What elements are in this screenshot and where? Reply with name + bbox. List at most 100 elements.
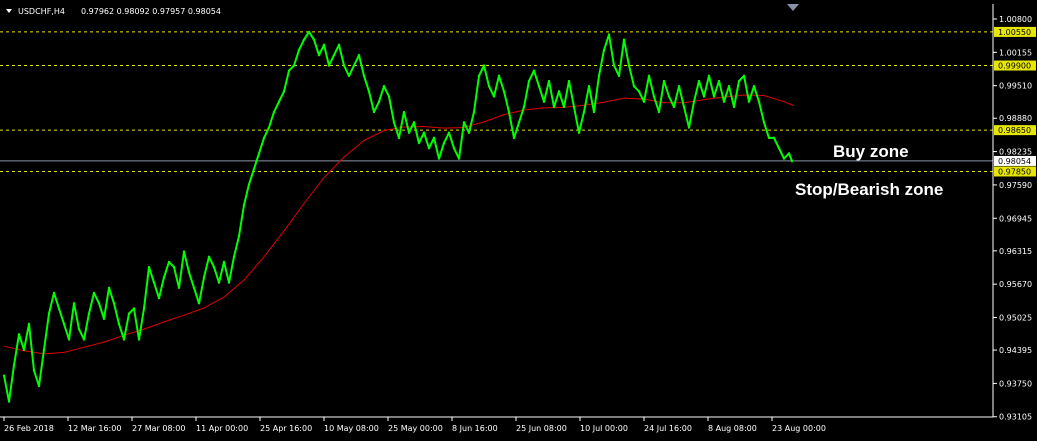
price-point: [727, 84, 731, 88]
price-point: [767, 136, 771, 140]
price-point: [187, 271, 191, 274]
horizontal-level-label: 0.98650: [998, 126, 1031, 135]
price-point: [202, 276, 206, 279]
price-point: [352, 64, 356, 67]
price-point: [712, 95, 716, 98]
price-point: [447, 131, 451, 134]
price-point: [167, 260, 171, 264]
price-point: [17, 333, 21, 336]
price-point: [357, 53, 361, 57]
price-point: [457, 157, 461, 160]
price-point: [92, 291, 96, 295]
price-point: [267, 126, 271, 129]
price-point: [312, 38, 316, 41]
price-point: [662, 79, 666, 83]
price-point: [527, 79, 531, 83]
y-tick-label: 1.00155: [999, 48, 1032, 57]
price-point: [112, 302, 116, 305]
price-point: [72, 302, 76, 305]
x-tick-label: 10 Jul 00:00: [580, 424, 628, 433]
price-point: [162, 276, 166, 279]
price-point: [242, 203, 246, 207]
price-point: [292, 64, 296, 67]
price-point: [612, 64, 616, 67]
price-point: [772, 136, 776, 140]
x-tick-label: 11 Apr 00:00: [196, 424, 248, 433]
price-point: [107, 286, 111, 289]
price-point: [297, 48, 301, 52]
price-point: [482, 64, 486, 67]
price-point: [777, 147, 781, 150]
price-point: [782, 157, 786, 160]
price-point: [657, 110, 661, 114]
price-point: [692, 100, 696, 103]
price-point: [677, 84, 681, 88]
price-point: [137, 338, 141, 341]
price-point: [372, 110, 376, 114]
price-point: [532, 69, 536, 72]
price-point: [252, 167, 256, 171]
price-point: [172, 265, 176, 269]
price-point: [117, 322, 121, 326]
x-tick-label: 12 Mar 16:00: [68, 424, 121, 433]
price-point: [722, 100, 726, 103]
price-point: [467, 131, 471, 134]
price-point: [347, 74, 351, 78]
price-point: [652, 95, 656, 98]
price-point: [277, 100, 281, 103]
price-point: [77, 327, 81, 331]
price-point: [577, 131, 581, 134]
price-point: [472, 110, 476, 114]
price-point: [492, 95, 496, 98]
price-point: [442, 141, 446, 145]
price-point: [397, 136, 401, 140]
price-point: [597, 74, 601, 78]
price-point: [542, 100, 546, 103]
price-point: [412, 121, 416, 124]
horizontal-level-label: 0.97850: [998, 167, 1031, 176]
price-point: [787, 152, 791, 155]
price-point: [147, 265, 151, 269]
x-tick-label: 10 May 08:00: [324, 424, 379, 433]
price-point: [102, 317, 106, 320]
x-tick-label: 25 Apr 16:00: [260, 424, 312, 433]
horizontal-level-label: 0.99900: [998, 62, 1031, 71]
price-point: [62, 322, 66, 326]
price-point: [707, 74, 711, 78]
price-point: [402, 110, 406, 114]
price-point: [67, 338, 71, 341]
x-tick-label: 25 May 00:00: [388, 424, 443, 433]
price-point: [122, 338, 126, 341]
price-point: [642, 100, 646, 103]
price-point: [287, 69, 291, 72]
price-point: [227, 281, 231, 284]
price-point: [737, 79, 741, 83]
price-point: [747, 100, 751, 103]
y-tick-label: 0.98880: [999, 114, 1032, 123]
price-point: [322, 43, 326, 47]
price-point: [282, 90, 286, 93]
price-point: [142, 307, 146, 310]
y-tick-label: 0.93750: [999, 379, 1032, 388]
x-tick-label: 23 Aug 00:00: [772, 424, 826, 433]
price-point: [382, 84, 386, 88]
price-point: [757, 100, 761, 103]
x-tick-label: 8 Aug 08:00: [708, 424, 757, 433]
price-point: [602, 48, 606, 52]
price-point: [702, 95, 706, 98]
price-point: [317, 53, 321, 57]
price-point: [12, 364, 16, 367]
y-tick-label: 0.96945: [999, 214, 1032, 223]
price-point: [507, 110, 511, 114]
price-chart[interactable]: 1.00800 1.00155 0.99510 0.98880 0.98235 0.975…: [0, 0, 1037, 441]
price-point: [682, 105, 686, 109]
price-point: [332, 53, 336, 57]
buy-zone-label: Buy zone: [833, 142, 909, 161]
price-point: [452, 147, 456, 150]
price-point: [717, 79, 721, 83]
price-point: [790, 159, 794, 163]
price-point: [687, 126, 691, 129]
chart-background: [0, 0, 1037, 441]
price-point: [732, 105, 736, 109]
price-point: [22, 348, 26, 352]
